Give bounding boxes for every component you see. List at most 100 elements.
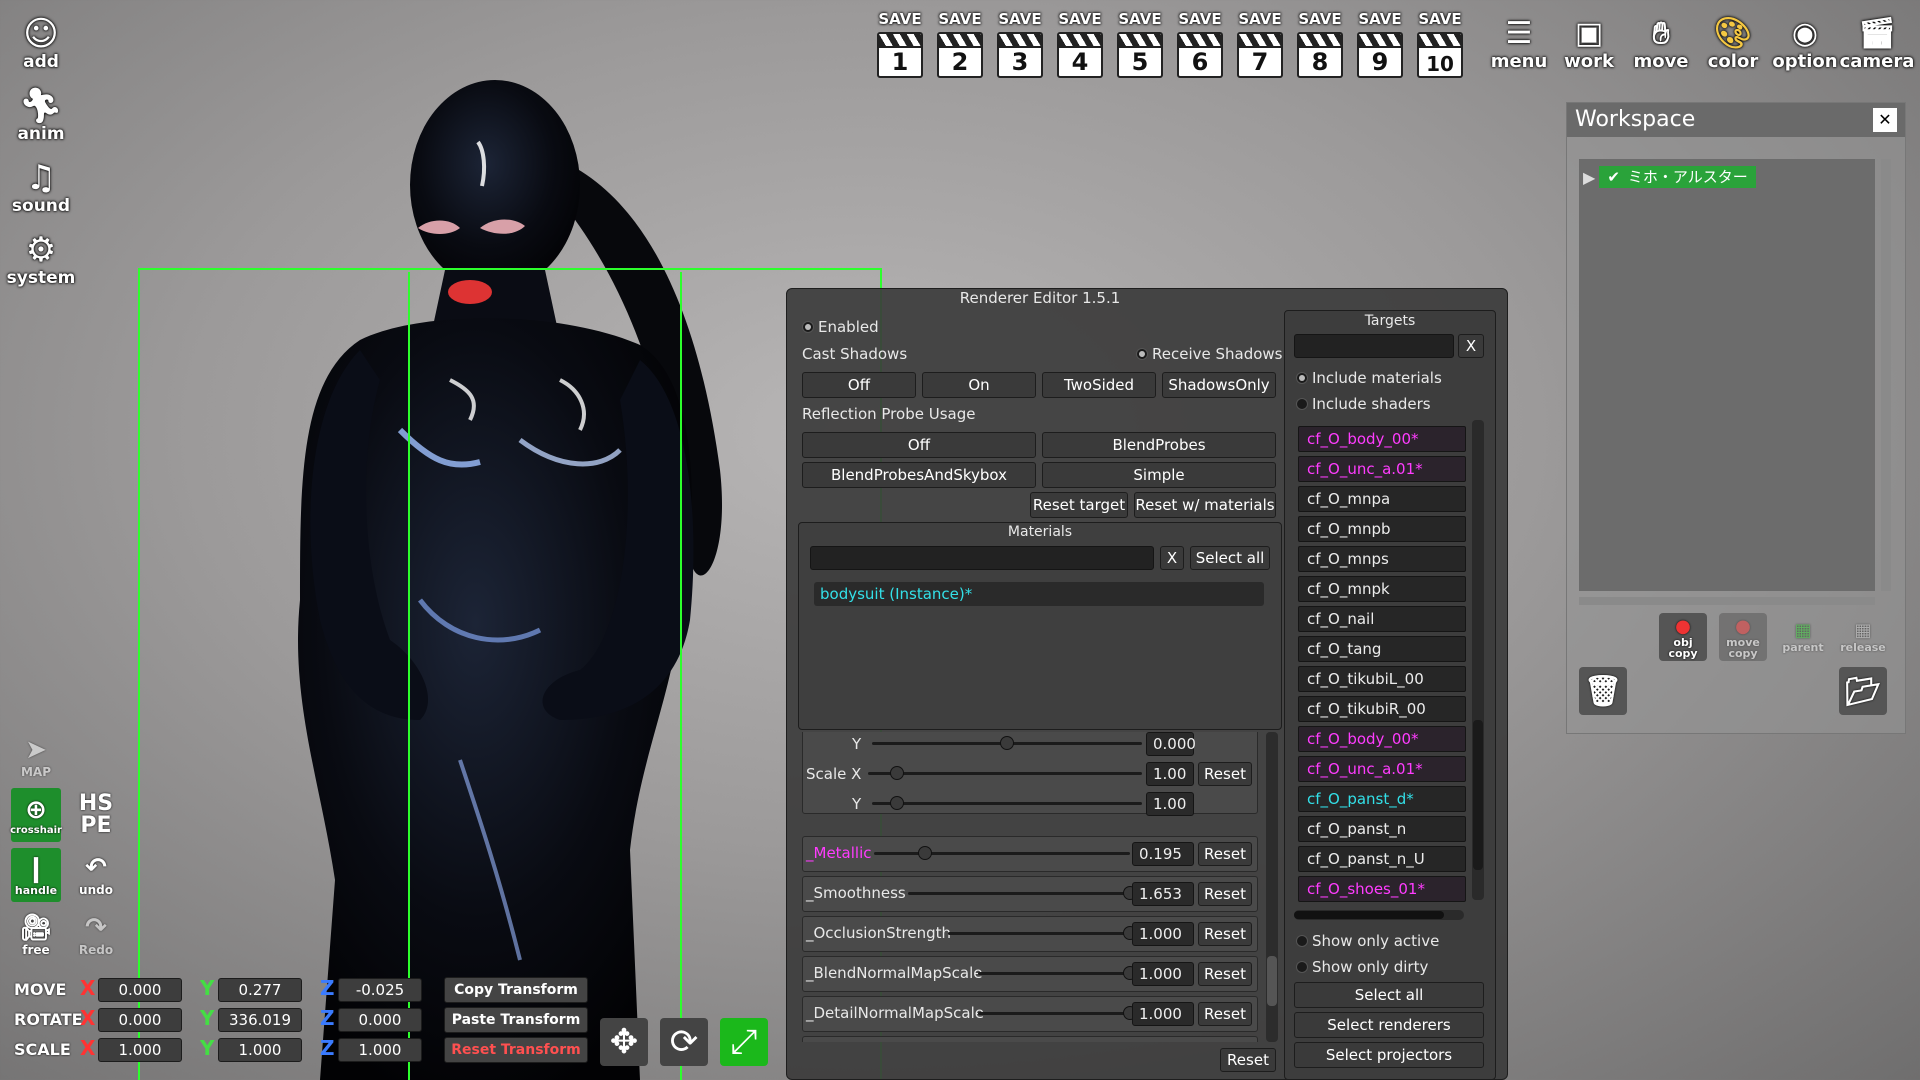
color-button[interactable]: 🎨︎ color: [1702, 10, 1764, 73]
shadow-twosided-button[interactable]: TwoSided: [1042, 372, 1156, 398]
delete-button[interactable]: 🗑︎: [1579, 667, 1627, 715]
save-slot-4[interactable]: SAVE 4: [1054, 10, 1106, 84]
option-button[interactable]: ◉ option: [1772, 10, 1837, 73]
target-item[interactable]: cf_O_tikubiL_00: [1298, 666, 1466, 692]
expand-arrow-icon[interactable]: ▶: [1583, 168, 1595, 187]
refl-blendprobes-button[interactable]: BlendProbes: [1042, 432, 1276, 458]
scale-y-value[interactable]: 1.00: [1146, 792, 1194, 816]
free-button[interactable]: 🎥︎ free: [11, 908, 61, 962]
show-only-dirty-toggle[interactable]: Show only dirty: [1296, 958, 1428, 976]
property-reset-button[interactable]: Reset: [1198, 842, 1252, 866]
properties-scroll-thumb[interactable]: [1267, 956, 1277, 1006]
shadow-on-button[interactable]: On: [922, 372, 1036, 398]
materials-clear-button[interactable]: X: [1160, 546, 1184, 570]
refl-simple-button[interactable]: Simple: [1042, 462, 1276, 488]
targets-hscroll-thumb[interactable]: [1294, 911, 1444, 919]
scale-x-knob[interactable]: [890, 766, 904, 780]
release-button[interactable]: ▦ release: [1839, 613, 1887, 661]
show-only-active-radio[interactable]: [1296, 935, 1308, 947]
undo-button[interactable]: ↶ undo: [71, 848, 121, 902]
offset-y-value[interactable]: 0.000: [1146, 732, 1196, 756]
property-slider-track[interactable]: [978, 972, 1130, 975]
target-item[interactable]: cf_O_mnpb: [1298, 516, 1466, 542]
property-reset-button[interactable]: Reset: [1198, 1002, 1252, 1026]
reset-target-button[interactable]: Reset target: [1030, 492, 1128, 518]
map-button[interactable]: ➤ MAP: [11, 730, 61, 784]
property-slider-track[interactable]: [908, 892, 1130, 895]
save-slot-10[interactable]: SAVE 10: [1414, 10, 1466, 84]
property-value[interactable]: 1.000: [1132, 962, 1194, 986]
property-slider-track[interactable]: [978, 1012, 1130, 1015]
sound-button[interactable]: ♫ sound: [10, 154, 72, 216]
target-item[interactable]: cf_O_panst_n_U: [1298, 846, 1466, 872]
scale-reset-button[interactable]: Reset: [1198, 762, 1252, 786]
scale-gizmo-button[interactable]: ⤢: [720, 1018, 768, 1066]
enabled-radio[interactable]: [802, 321, 814, 333]
transform-value-field[interactable]: 0.277: [218, 978, 302, 1002]
reset-w-materials-button[interactable]: Reset w/ materials: [1134, 492, 1276, 518]
property-reset-button[interactable]: Reset: [1198, 882, 1252, 906]
property-reset-button[interactable]: Reset: [1198, 922, 1252, 946]
handle-button[interactable]: ❙ handle: [11, 848, 61, 902]
shadow-shadowsonly-button[interactable]: ShadowsOnly: [1162, 372, 1276, 398]
target-item[interactable]: cf_O_shoes_01*: [1298, 876, 1466, 902]
rotate-gizmo-button[interactable]: ⟳: [660, 1018, 708, 1066]
move-copy-button[interactable]: ● move copy: [1719, 613, 1767, 661]
transform-value-field[interactable]: 0.000: [98, 1008, 182, 1032]
menu-button[interactable]: ☰ menu: [1488, 10, 1550, 73]
properties-scrollbar[interactable]: [1266, 732, 1278, 1042]
receive-shadows-toggle[interactable]: Receive Shadows: [1136, 345, 1283, 363]
transform-value-field[interactable]: 1.000: [98, 1038, 182, 1062]
save-slot-2[interactable]: SAVE 2: [934, 10, 986, 84]
work-button[interactable]: ▣ work: [1558, 10, 1620, 73]
parent-button[interactable]: ▦ parent: [1779, 613, 1827, 661]
tree-item-character[interactable]: ▶ ✔ ミホ・アルスター: [1583, 165, 1756, 189]
scale-y-knob[interactable]: [890, 796, 904, 810]
transform-value-field[interactable]: 336.019: [218, 1008, 302, 1032]
select-projectors-button[interactable]: Select projectors: [1294, 1042, 1484, 1068]
show-only-active-toggle[interactable]: Show only active: [1296, 932, 1439, 950]
target-item[interactable]: cf_O_unc_a.01*: [1298, 756, 1466, 782]
target-item[interactable]: cf_O_mnpk: [1298, 576, 1466, 602]
obj-copy-button[interactable]: ● obj copy: [1659, 613, 1707, 661]
save-slot-1[interactable]: SAVE 1: [874, 10, 926, 84]
workspace-scrollbar[interactable]: [1881, 159, 1891, 591]
save-slot-6[interactable]: SAVE 6: [1174, 10, 1226, 84]
property-value[interactable]: 1.000: [1132, 922, 1194, 946]
offset-y-knob[interactable]: [1000, 736, 1014, 750]
copy-transform-button[interactable]: Copy Transform: [444, 977, 588, 1003]
reset-transform-button[interactable]: Reset Transform: [444, 1037, 588, 1063]
transform-value-field[interactable]: 0.000: [98, 978, 182, 1002]
move-button[interactable]: ✋︎ move: [1630, 10, 1692, 73]
property-slider-track[interactable]: [948, 932, 1130, 935]
select-renderers-button[interactable]: Select renderers: [1294, 1012, 1484, 1038]
targets-hscrollbar[interactable]: [1294, 910, 1464, 920]
materials-select-all-button[interactable]: Select all: [1190, 546, 1270, 570]
target-item[interactable]: cf_O_body_00*: [1298, 426, 1466, 452]
show-only-dirty-radio[interactable]: [1296, 961, 1308, 973]
transform-value-field[interactable]: 0.000: [338, 1008, 422, 1032]
target-item[interactable]: cf_O_body_00*: [1298, 726, 1466, 752]
workspace-close-button[interactable]: ✕: [1873, 108, 1897, 132]
scale-x-value[interactable]: 1.00: [1146, 762, 1194, 786]
scale-y-track[interactable]: [872, 802, 1142, 805]
folder-button[interactable]: 📂︎: [1839, 667, 1887, 715]
target-item[interactable]: cf_O_nail: [1298, 606, 1466, 632]
bottom-reset-button[interactable]: Reset: [1220, 1048, 1276, 1072]
workspace-hscrollbar[interactable]: [1579, 597, 1875, 605]
transform-value-field[interactable]: 1.000: [218, 1038, 302, 1062]
property-reset-button[interactable]: Reset: [1198, 962, 1252, 986]
target-item[interactable]: cf_O_tikubiR_00: [1298, 696, 1466, 722]
translate-gizmo-button[interactable]: ✥: [600, 1018, 648, 1066]
save-slot-5[interactable]: SAVE 5: [1114, 10, 1166, 84]
property-value[interactable]: 1.653: [1132, 882, 1194, 906]
crosshair-button[interactable]: ⊕ crosshair: [10, 788, 62, 842]
property-slider-track[interactable]: [874, 852, 1130, 855]
targets-scroll-thumb[interactable]: [1473, 720, 1483, 870]
targets-scrollbar[interactable]: [1472, 420, 1484, 900]
paste-transform-button[interactable]: Paste Transform: [444, 1007, 588, 1033]
targets-select-all-button[interactable]: Select all: [1294, 982, 1484, 1008]
transform-value-field[interactable]: 1.000: [338, 1038, 422, 1062]
enabled-toggle[interactable]: Enabled: [802, 318, 879, 336]
receive-shadows-radio[interactable]: [1136, 348, 1148, 360]
